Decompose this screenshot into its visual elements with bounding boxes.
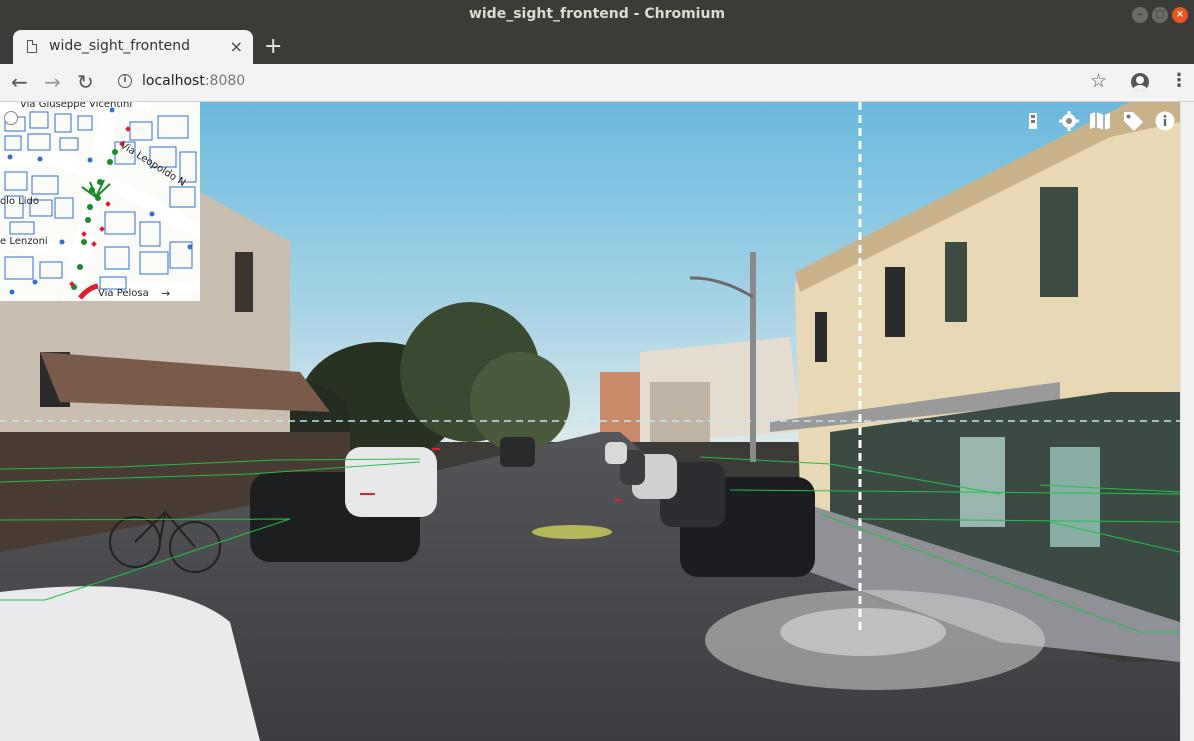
street-label: olo Lido [0, 196, 40, 207]
close-window-icon[interactable]: × [1172, 7, 1188, 23]
tab-wide-sight-frontend[interactable]: wide_sight_frontend × [13, 30, 253, 64]
reload-button[interactable]: ↻ [77, 70, 94, 94]
marker-ellipse-inner [780, 608, 946, 656]
minimap-compass-icon[interactable] [4, 111, 18, 125]
tag-icon[interactable] [1122, 110, 1144, 132]
bookmark-star-icon[interactable]: ☆ [1090, 70, 1107, 92]
account-icon[interactable] [1131, 73, 1149, 91]
minimap[interactable]: Via Giuseppe Vicentini Via Leopoldo N ol… [0, 102, 200, 301]
map-icon[interactable] [1089, 110, 1111, 132]
tab-label: wide_sight_frontend [49, 38, 190, 54]
info-icon[interactable] [1154, 110, 1176, 132]
layers-icon[interactable] [1024, 110, 1046, 132]
settings-icon[interactable] [1058, 110, 1080, 132]
new-tab-button[interactable]: + [264, 34, 282, 59]
window-title-bar: wide_sight_frontend - Chromium – □ × [0, 0, 1194, 30]
tab-strip: wide_sight_frontend × + [0, 30, 1194, 64]
page-viewport: Via Giuseppe Vicentini Via Leopoldo N ol… [0, 102, 1180, 741]
tab-close-icon[interactable]: × [230, 37, 243, 56]
site-info-icon[interactable]: i [118, 74, 132, 88]
street-label: Via Pelosa [98, 288, 149, 299]
forward-button[interactable]: → [44, 70, 61, 94]
street-label: Via Giuseppe Vicentini [20, 102, 133, 110]
url-port: :8080 [204, 73, 246, 89]
street-label: e Lenzoni [0, 236, 48, 247]
arrow-right-icon: → [161, 287, 171, 300]
back-button[interactable]: ← [11, 70, 28, 94]
browser-menu-icon[interactable]: ⋮ [1170, 70, 1188, 91]
url-host: localhost [142, 73, 205, 89]
page-scrollbar[interactable] [1180, 102, 1194, 741]
address-bar[interactable]: localhost:8080 [142, 73, 245, 89]
browser-toolbar: ← → ↻ i localhost:8080 ☆ ⋮ [0, 64, 1194, 102]
window-title: wide_sight_frontend - Chromium [468, 6, 726, 22]
marker-ellipse-far [532, 525, 612, 539]
minimize-icon[interactable]: – [1132, 7, 1148, 23]
page-icon [27, 40, 37, 53]
maximize-icon[interactable]: □ [1152, 7, 1168, 23]
